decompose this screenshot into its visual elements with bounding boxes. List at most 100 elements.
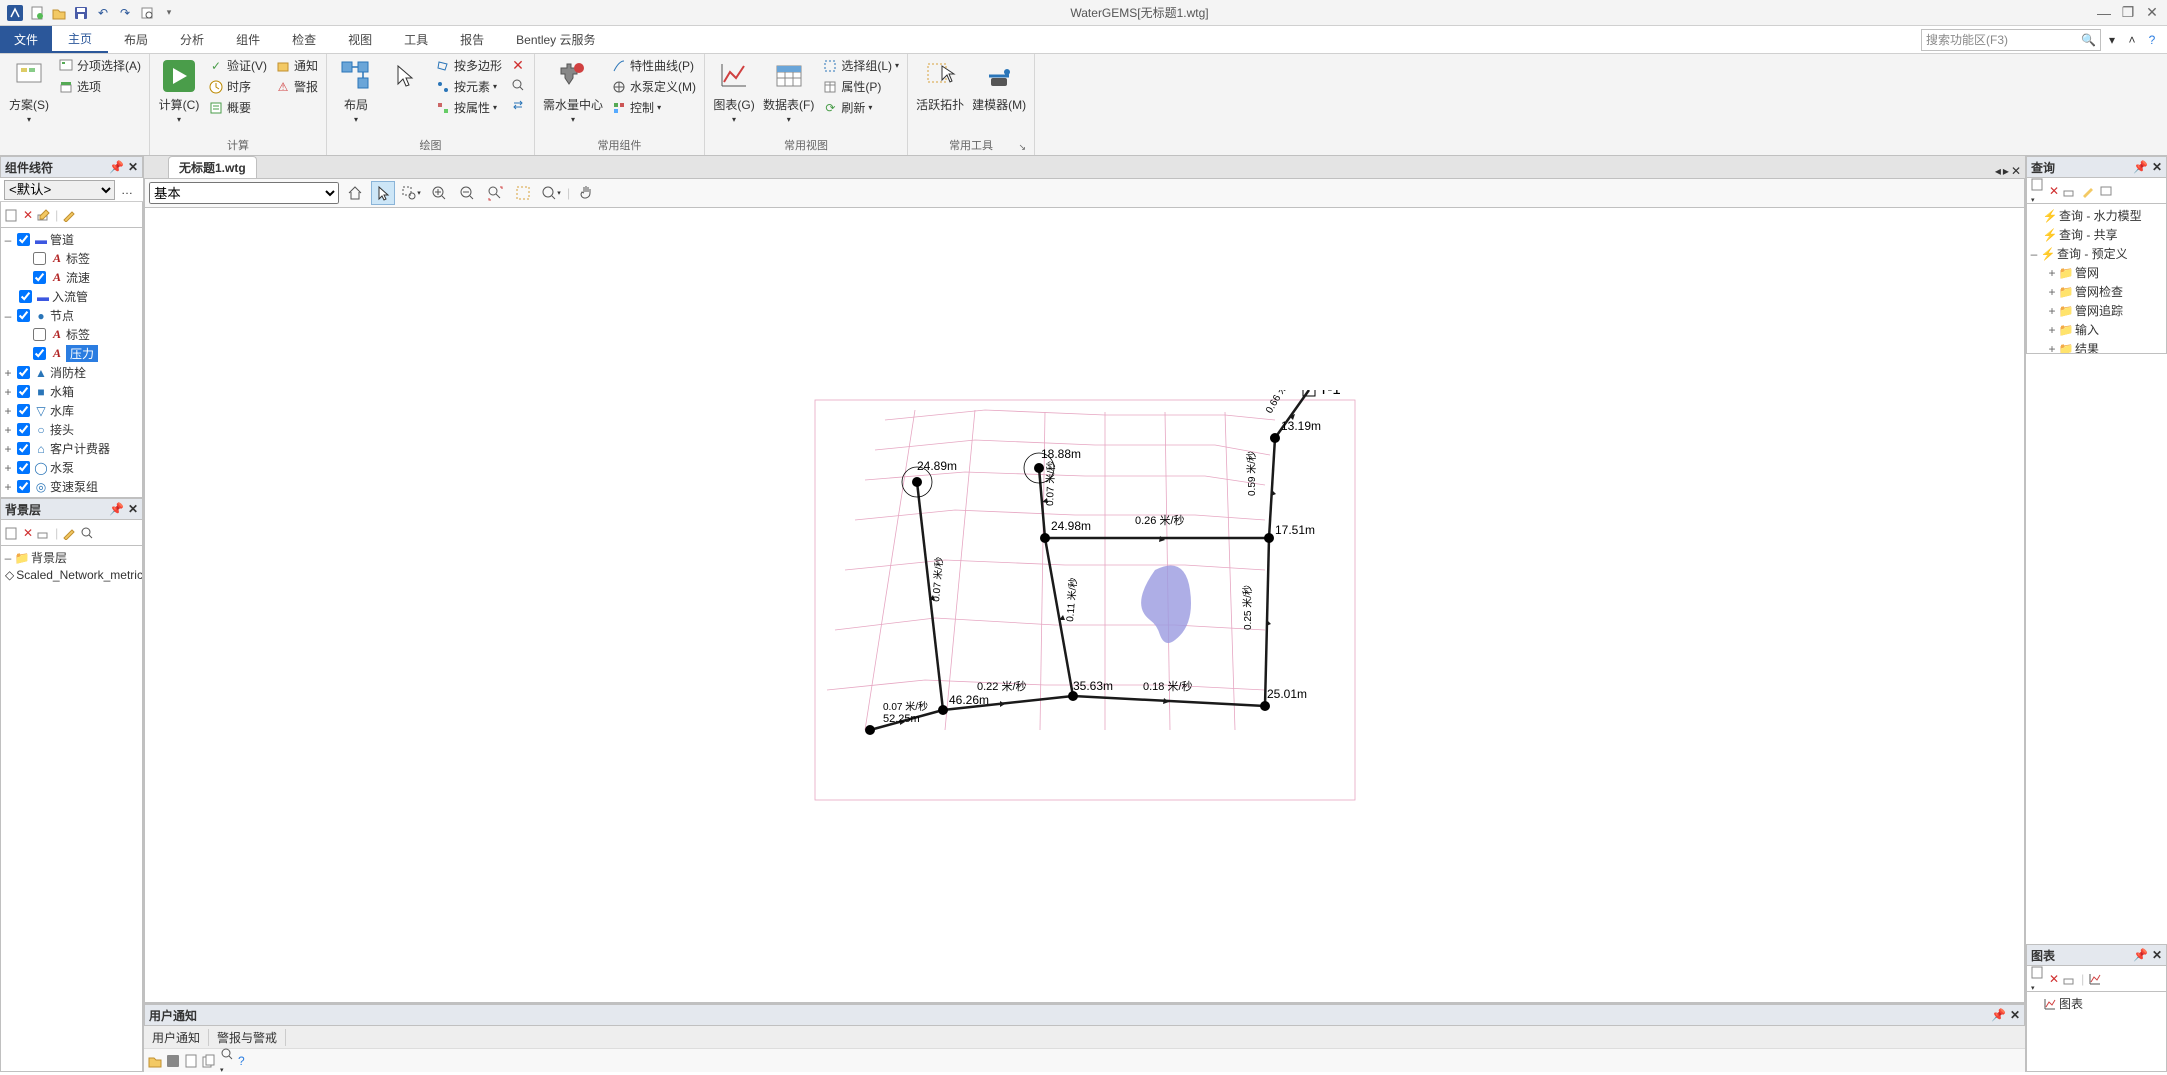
- control-button[interactable]: 控制▾: [609, 98, 698, 117]
- zoom-extents-icon[interactable]: [483, 181, 507, 205]
- element-symbology-header[interactable]: 组件线符 📌 ✕: [0, 156, 143, 178]
- pin-icon[interactable]: 📌: [109, 160, 124, 174]
- nb-help-icon[interactable]: ?: [238, 1054, 245, 1068]
- select-tool-button[interactable]: [383, 56, 429, 96]
- bg-new-icon[interactable]: [5, 526, 19, 540]
- ribbon-search-input[interactable]: 搜索功能区(F3) 🔍: [1921, 29, 2101, 51]
- qat-dropdown-icon[interactable]: ▾: [160, 4, 178, 22]
- node[interactable]: [1034, 463, 1044, 473]
- by-element-button[interactable]: 按元素▾: [433, 77, 504, 96]
- pin-icon[interactable]: 📌: [2133, 948, 2148, 962]
- chart-button[interactable]: 图表(G)▾: [711, 56, 757, 126]
- delete-item-icon[interactable]: ✕: [23, 208, 33, 222]
- datatable-button[interactable]: 数据表(F)▾: [761, 56, 816, 126]
- edit-icon[interactable]: [62, 208, 76, 222]
- pump-def-button[interactable]: 水泵定义(M): [609, 77, 698, 96]
- alarm-button[interactable]: ⚠警报: [273, 77, 320, 96]
- rename-icon[interactable]: [37, 208, 51, 222]
- tab-close-icon[interactable]: ✕: [2011, 164, 2021, 178]
- tab-report[interactable]: 报告: [444, 26, 500, 53]
- panel-close-icon[interactable]: ✕: [128, 502, 138, 516]
- q-delete-icon[interactable]: ✕: [2049, 184, 2059, 198]
- close-button[interactable]: ✕: [2143, 4, 2161, 22]
- q-new-icon[interactable]: ▾: [2031, 177, 2045, 205]
- q-edit-icon[interactable]: [2081, 184, 2095, 198]
- by-polygon-button[interactable]: 按多边形: [433, 56, 504, 75]
- collapse-ribbon-icon[interactable]: ˄: [2123, 33, 2141, 47]
- background-layer-header[interactable]: 背景层 📌 ✕: [0, 498, 143, 520]
- q-rename-icon[interactable]: [2063, 184, 2077, 198]
- tab-check[interactable]: 检查: [276, 26, 332, 53]
- nb-find-icon[interactable]: ▾: [220, 1047, 234, 1075]
- demand-center-button[interactable]: 需水量中心▾: [541, 56, 605, 126]
- query-header[interactable]: 查询 📌 ✕: [2026, 156, 2167, 178]
- drawing-canvas[interactable]: T-1: [144, 208, 2025, 1003]
- notification-header[interactable]: 用户通知 📌 ✕: [144, 1004, 2025, 1026]
- zoom-window-icon[interactable]: ▾: [399, 181, 423, 205]
- c-new-icon[interactable]: ▾: [2031, 965, 2045, 993]
- node[interactable]: [1264, 533, 1274, 543]
- home-view-icon[interactable]: [343, 181, 367, 205]
- compute-button[interactable]: 计算(C)▾: [156, 56, 202, 126]
- c-rename-icon[interactable]: [2063, 972, 2077, 986]
- bg-delete-icon[interactable]: ✕: [23, 526, 33, 540]
- properties-button[interactable]: 属性(P): [820, 77, 901, 96]
- node[interactable]: [912, 477, 922, 487]
- node[interactable]: [1270, 433, 1280, 443]
- query-tree[interactable]: ⚡查询 - 水力模型 ⚡查询 - 共享 –⚡查询 - 预定义 +📁管网 +📁管网…: [2026, 204, 2167, 354]
- q-run-icon[interactable]: [2099, 184, 2113, 198]
- more-icon[interactable]: …: [115, 183, 139, 197]
- select-cursor-icon[interactable]: [371, 181, 395, 205]
- by-attr-button[interactable]: 按属性▾: [433, 98, 504, 117]
- subselect-button[interactable]: 分项选择(A): [56, 56, 143, 75]
- panel-close-icon[interactable]: ✕: [2152, 160, 2162, 174]
- bg-zoom-icon[interactable]: [80, 526, 94, 540]
- pin-icon[interactable]: 📌: [1991, 1008, 2006, 1022]
- zoom-selection-icon[interactable]: [511, 181, 535, 205]
- dropdown-icon[interactable]: ▾: [2103, 33, 2121, 47]
- active-topo-button[interactable]: 活跃拓扑: [914, 56, 966, 115]
- redo-icon[interactable]: ↷: [116, 4, 134, 22]
- doc-tab-active[interactable]: 无标题1.wtg: [168, 156, 257, 178]
- tab-prev-icon[interactable]: ◂: [1995, 164, 2001, 178]
- background-tree[interactable]: –📁背景层 ◇Scaled_Network_metric: [0, 546, 143, 1072]
- open-icon[interactable]: [50, 4, 68, 22]
- tab-analysis[interactable]: 分析: [164, 26, 220, 53]
- bg-edit-icon[interactable]: [62, 526, 76, 540]
- chart-tree[interactable]: 图表: [2026, 992, 2167, 1072]
- bg-rename-icon[interactable]: [37, 526, 51, 540]
- nb-save-icon[interactable]: [166, 1054, 180, 1068]
- panel-close-icon[interactable]: ✕: [2010, 1008, 2020, 1022]
- pin-icon[interactable]: 📌: [109, 502, 124, 516]
- new-icon[interactable]: [28, 4, 46, 22]
- swap-button[interactable]: [508, 96, 528, 114]
- tab-component[interactable]: 组件: [220, 26, 276, 53]
- notification-tab-user[interactable]: 用户通知: [144, 1029, 209, 1046]
- node[interactable]: [865, 725, 875, 735]
- notify-button[interactable]: 通知: [273, 56, 320, 75]
- panel-close-icon[interactable]: ✕: [128, 160, 138, 174]
- dialog-launcher-icon[interactable]: ↘: [1019, 142, 1027, 153]
- help-icon[interactable]: ?: [2143, 33, 2161, 47]
- panel-close-icon[interactable]: ✕: [2152, 948, 2162, 962]
- modeler-button[interactable]: 建模器(M): [970, 56, 1028, 115]
- verify-button[interactable]: ✓验证(V): [206, 56, 269, 75]
- c-chart-icon[interactable]: [2088, 972, 2102, 986]
- node[interactable]: [1040, 533, 1050, 543]
- pan-icon[interactable]: [574, 181, 598, 205]
- tab-tools[interactable]: 工具: [388, 26, 444, 53]
- nb-copy-icon[interactable]: [202, 1054, 216, 1068]
- zoom-in-icon[interactable]: [427, 181, 451, 205]
- layer-dropdown[interactable]: 基本: [149, 182, 339, 204]
- pin-icon[interactable]: 📌: [2133, 160, 2148, 174]
- layout-tool-button[interactable]: 布局▾: [333, 56, 379, 126]
- symbology-default-dropdown[interactable]: <默认>: [4, 180, 115, 200]
- symbology-tree[interactable]: –▬管道 A标签 A流速 ▬入流管 –●节点 A标签 A压力 +▲消防栓 +■水…: [0, 228, 143, 498]
- refresh-button[interactable]: ⟳刷新▾: [820, 98, 901, 117]
- zoom-prev-icon[interactable]: ▾: [539, 181, 563, 205]
- nb-open-icon[interactable]: [148, 1054, 162, 1068]
- summary-button[interactable]: 概要: [206, 98, 269, 117]
- tab-view[interactable]: 视图: [332, 26, 388, 53]
- zoom-out-icon[interactable]: [455, 181, 479, 205]
- save-icon[interactable]: [72, 4, 90, 22]
